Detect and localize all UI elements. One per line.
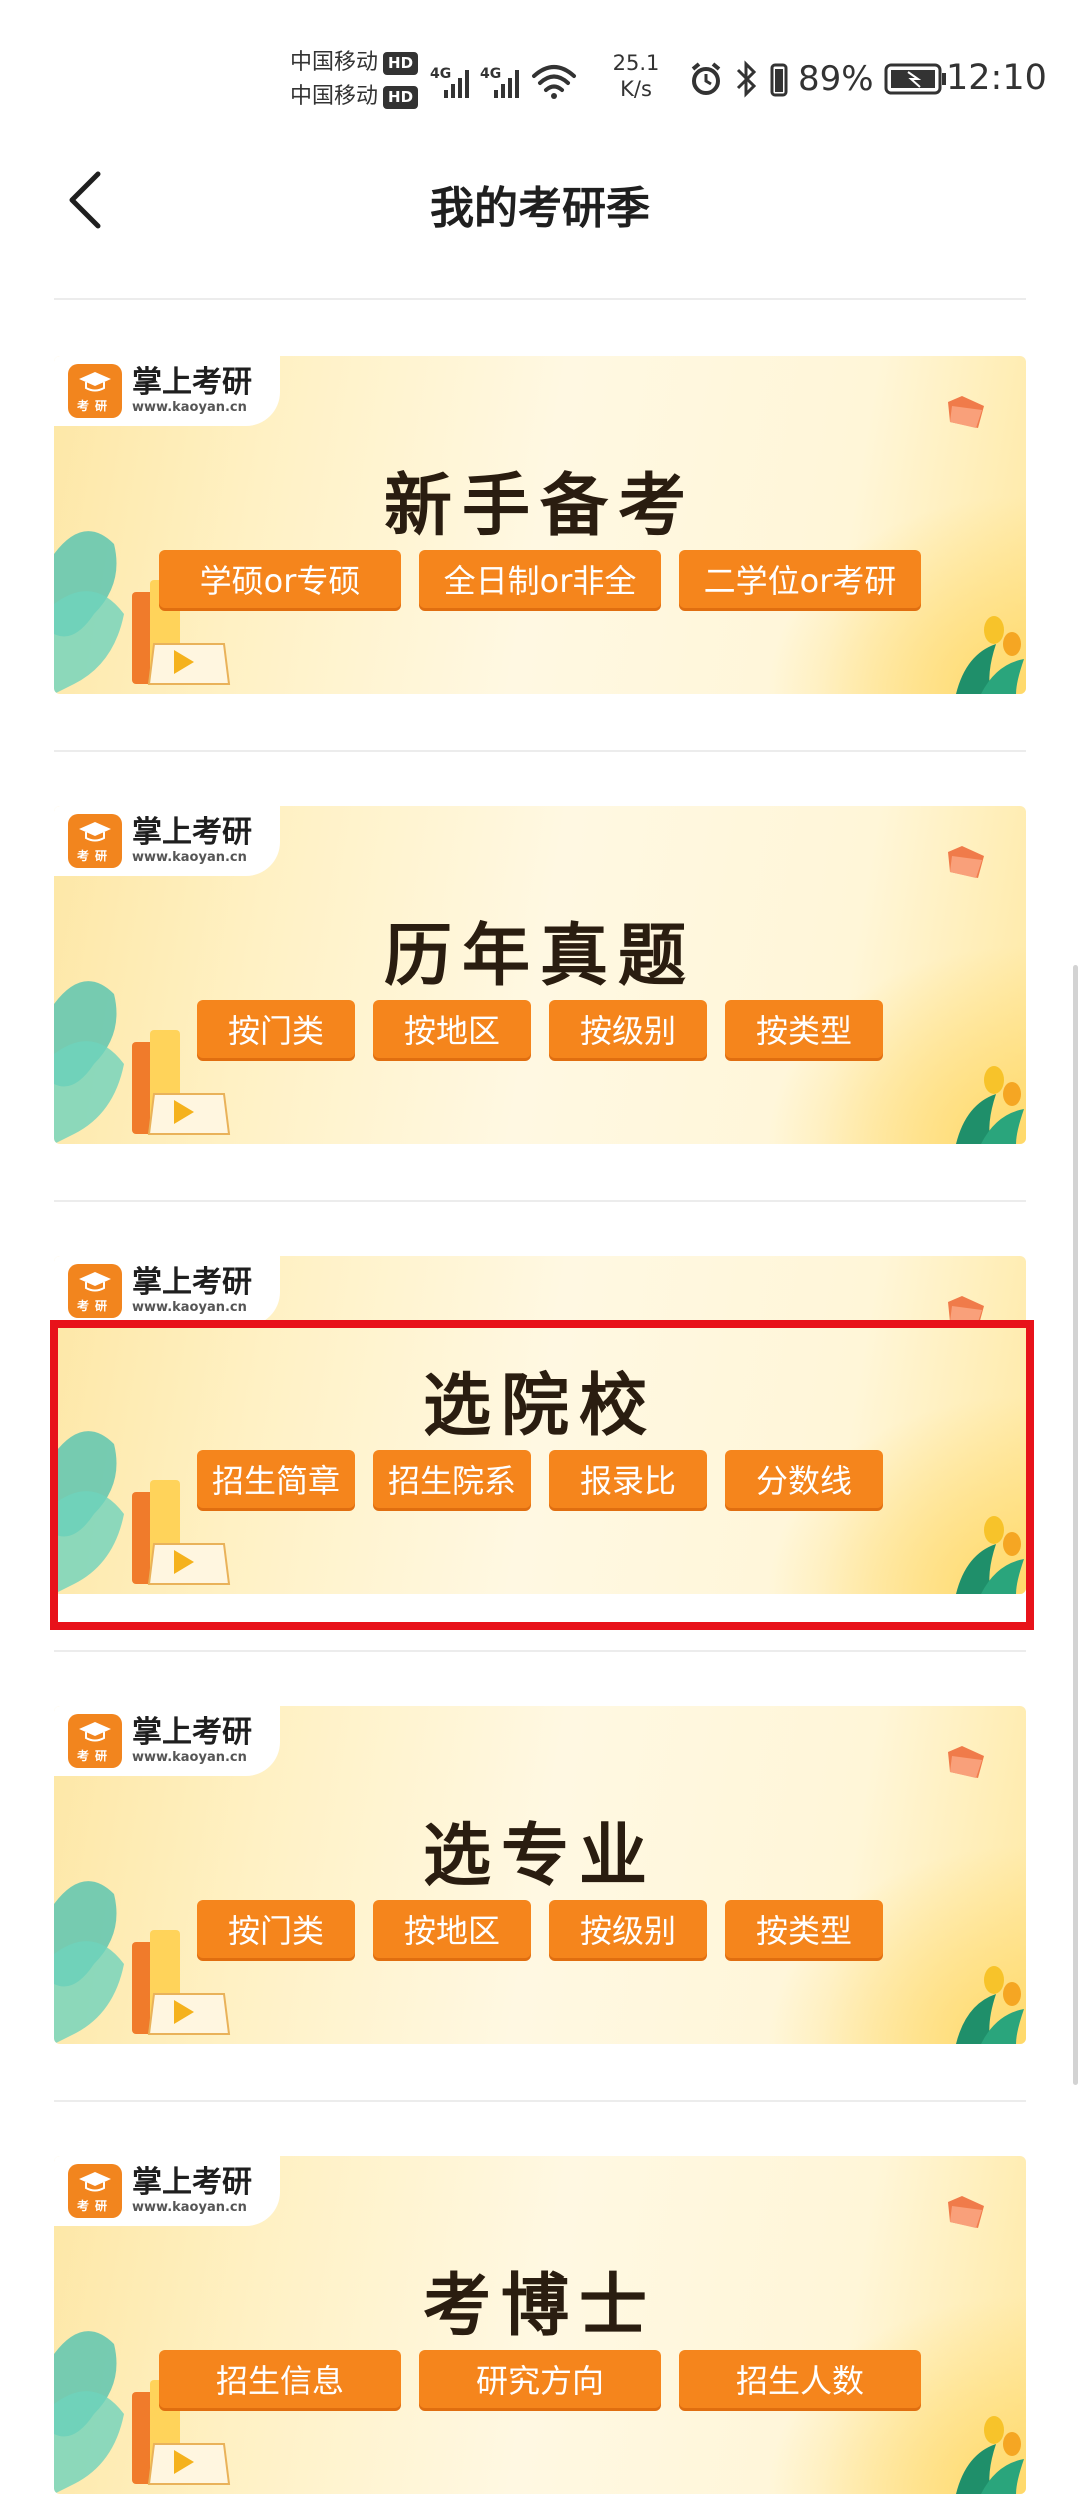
hd-badge: HD: [383, 85, 419, 109]
banner-card[interactable]: 考研 掌上考研 www.kaoyan.cn 选专业 按门类 按地区 按级别 按类型: [54, 1706, 1026, 2044]
logo-url: www.kaoyan.cn: [132, 1300, 247, 1315]
banner-title: 历年真题: [383, 917, 696, 996]
divider: [54, 1200, 1026, 1202]
banner-card[interactable]: 考研 掌上考研 www.kaoyan.cn 历年真题 按门类 按地区 按级别 按类型: [54, 806, 1026, 1144]
banner-option-button[interactable]: 二学位or考研: [679, 550, 921, 608]
banner-option-button[interactable]: 按地区: [373, 1000, 531, 1058]
banner-title: 新手备考: [383, 467, 696, 546]
scrollbar[interactable]: [1073, 965, 1078, 2085]
plant-decoration: [956, 1516, 1024, 1594]
banner-option-button[interactable]: 招生信息: [159, 2350, 401, 2408]
folder-icon: [948, 846, 984, 878]
banner-card[interactable]: 考研 掌上考研 www.kaoyan.cn 考博士 招生信息 研究方向 招生人数: [54, 2156, 1026, 2494]
banner-option-button[interactable]: 报录比: [549, 1450, 707, 1508]
system-indicators: 89%: [688, 54, 948, 104]
status-bar: 中国移动 HD 中国移动 HD 4G 4G 25.1 K/s 89% 12:10: [0, 0, 1080, 150]
banner-option-button[interactable]: 研究方向: [419, 2350, 661, 2408]
banner-option-button[interactable]: 按级别: [549, 1900, 707, 1958]
banner-option-button[interactable]: 按类型: [725, 1900, 883, 1958]
brand-logo: 考研 掌上考研 www.kaoyan.cn: [54, 1706, 280, 1776]
graduation-cap-icon: 考研: [68, 1714, 122, 1768]
banner-options: 按门类 按地区 按级别 按类型: [54, 1000, 1026, 1058]
banner-option-button[interactable]: 按地区: [373, 1900, 531, 1958]
network-type-label: 4G: [430, 66, 451, 82]
banner-option-button[interactable]: 招生简章: [197, 1450, 355, 1508]
nav-bar: 我的考研季: [0, 150, 1080, 250]
phone-battery-icon: [770, 63, 788, 97]
battery-percent: 89%: [798, 59, 874, 99]
banner-options: 招生信息 研究方向 招生人数: [54, 2350, 1026, 2408]
graduation-cap-icon: 考研: [68, 1264, 122, 1318]
logo-mark-label: 考研: [76, 1299, 113, 1313]
hd-badge: HD: [383, 51, 419, 75]
carrier-info: 中国移动 HD 中国移动 HD: [290, 46, 425, 114]
banner-card[interactable]: 考研 掌上考研 www.kaoyan.cn 选院校 招生简章 招生院系 报录比 分数线: [54, 1256, 1026, 1594]
divider: [54, 750, 1026, 752]
banner-title: 选专业: [422, 1817, 657, 1896]
bluetooth-icon: [736, 60, 757, 98]
logo-mark-label: 考研: [76, 399, 113, 413]
divider: [54, 2100, 1026, 2102]
divider: [54, 1650, 1026, 1652]
banner-title: 选院校: [422, 1367, 657, 1446]
folder-icon: [948, 1296, 984, 1328]
banner-option-button[interactable]: 按门类: [197, 1000, 355, 1058]
net-speed-value: 25.1: [612, 51, 660, 75]
folder-icon: [948, 1746, 984, 1778]
plant-decoration: [956, 616, 1024, 694]
banner-options: 学硕or专硕 全日制or非全 二学位or考研: [54, 550, 1026, 608]
carrier-2-label: 中国移动: [290, 84, 379, 109]
graduation-cap-icon: 考研: [68, 814, 122, 868]
banner-option-button[interactable]: 全日制or非全: [419, 550, 661, 608]
wifi-icon: [532, 65, 576, 99]
plant-decoration: [956, 1966, 1024, 2044]
banner-option-button[interactable]: 学硕or专硕: [159, 550, 401, 608]
graduation-cap-icon: 考研: [68, 364, 122, 418]
banner-option-button[interactable]: 招生院系: [373, 1450, 531, 1508]
banner-option-button[interactable]: 分数线: [725, 1450, 883, 1508]
page-title: 我的考研季: [430, 183, 650, 234]
banner-options: 按门类 按地区 按级别 按类型: [54, 1900, 1026, 1958]
net-speed: 25.1 K/s: [606, 50, 666, 102]
folder-icon: [948, 2196, 984, 2228]
banner-option-button[interactable]: 按类型: [725, 1000, 883, 1058]
logo-name: 掌上考研: [132, 815, 252, 850]
logo-mark-label: 考研: [76, 1749, 113, 1763]
logo-url: www.kaoyan.cn: [132, 1750, 247, 1765]
logo-url: www.kaoyan.cn: [132, 2200, 247, 2215]
signal-icons: 4G 4G: [430, 65, 576, 99]
banner-title: 考博士: [422, 2267, 657, 2346]
banner-options: 招生简章 招生院系 报录比 分数线: [54, 1450, 1026, 1508]
logo-mark-label: 考研: [76, 849, 113, 863]
brand-logo: 考研 掌上考研 www.kaoyan.cn: [54, 1256, 280, 1326]
plant-decoration: [956, 1066, 1024, 1144]
logo-name: 掌上考研: [132, 1265, 252, 1300]
logo-name: 掌上考研: [132, 1715, 252, 1750]
alarm-icon: [691, 62, 721, 95]
logo-mark-label: 考研: [76, 2199, 113, 2213]
graduation-cap-icon: 考研: [68, 2164, 122, 2218]
logo-name: 掌上考研: [132, 365, 252, 400]
network-type-label: 4G: [480, 66, 501, 82]
logo-url: www.kaoyan.cn: [132, 400, 247, 415]
brand-logo: 考研 掌上考研 www.kaoyan.cn: [54, 356, 280, 426]
clock: 12:10: [946, 58, 1047, 98]
banner-option-button[interactable]: 按门类: [197, 1900, 355, 1958]
brand-logo: 考研 掌上考研 www.kaoyan.cn: [54, 2156, 280, 2226]
folder-icon: [948, 396, 984, 428]
carrier-1-label: 中国移动: [290, 50, 379, 75]
banner-option-button[interactable]: 按级别: [549, 1000, 707, 1058]
brand-logo: 考研 掌上考研 www.kaoyan.cn: [54, 806, 280, 876]
net-speed-unit: K/s: [620, 77, 652, 101]
plant-decoration: [956, 2416, 1024, 2494]
divider: [54, 298, 1026, 300]
logo-name: 掌上考研: [132, 2165, 252, 2200]
logo-url: www.kaoyan.cn: [132, 850, 247, 865]
battery-icon: [884, 63, 946, 95]
banner-option-button[interactable]: 招生人数: [679, 2350, 921, 2408]
banner-card[interactable]: 考研 掌上考研 www.kaoyan.cn 新手备考 学硕or专硕 全日制or非全…: [54, 356, 1026, 694]
